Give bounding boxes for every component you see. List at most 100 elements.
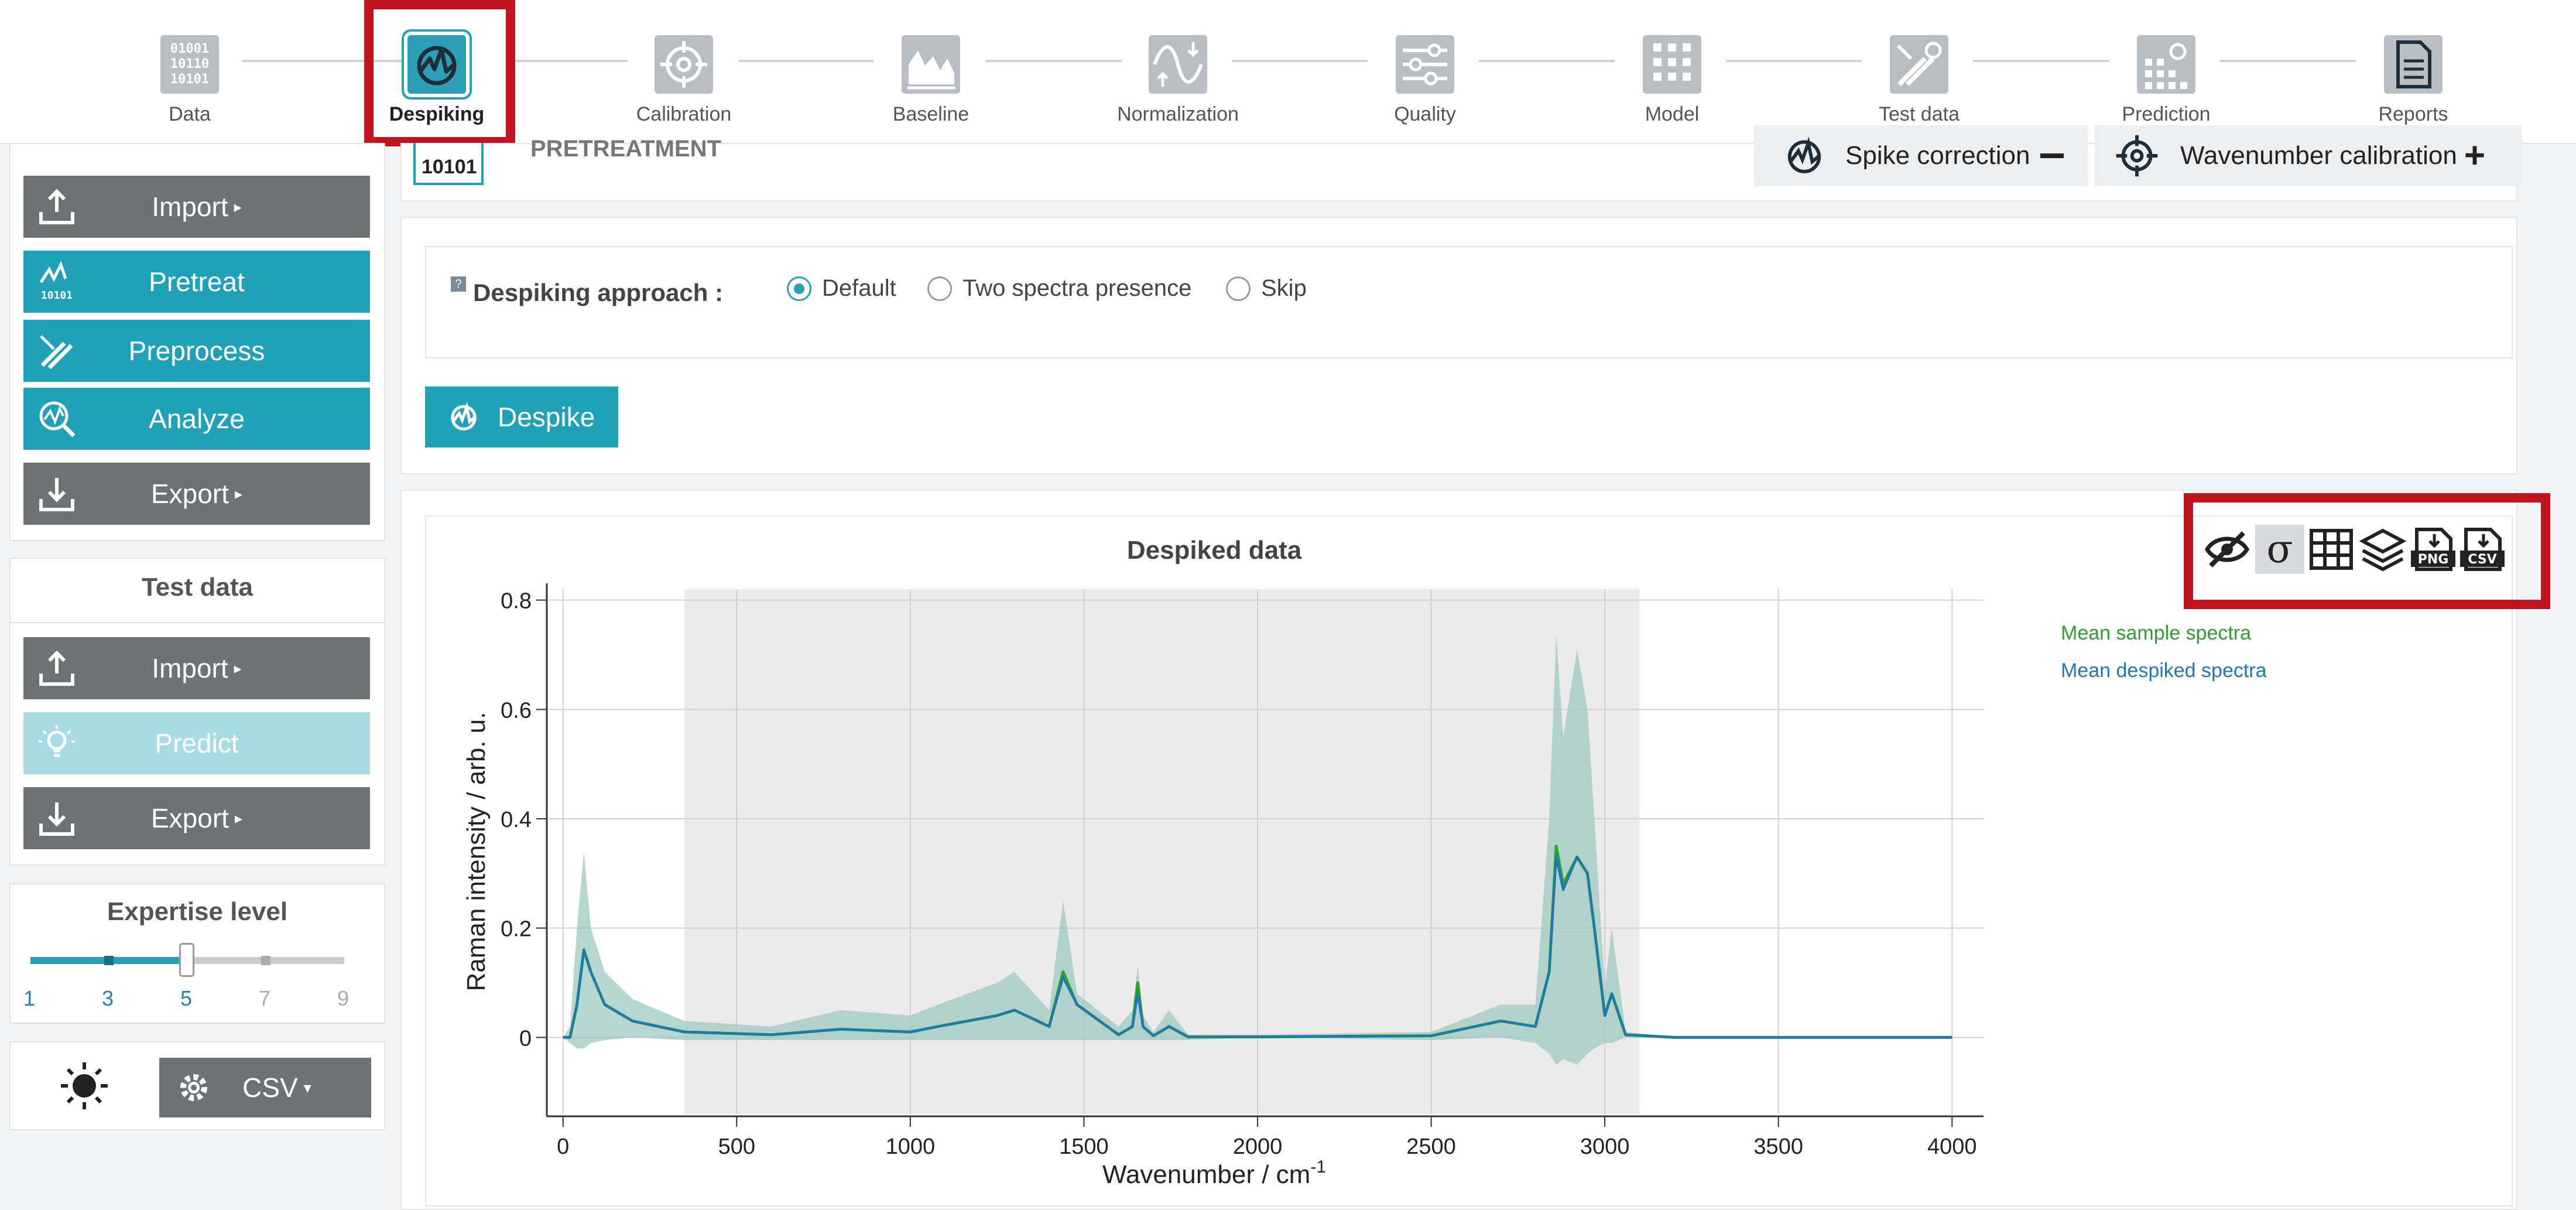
step-data[interactable]: 01001 10110 10101 Data	[119, 29, 260, 141]
tools-icon	[36, 330, 77, 371]
y-tick-label: 0.6	[501, 698, 532, 723]
format-settings-button[interactable]: CSV ▾	[159, 1058, 371, 1117]
connector	[1726, 60, 1862, 62]
x-axis-label-text: Wavenumber / cm	[1102, 1160, 1310, 1189]
import-button[interactable]: Import ▸	[23, 176, 370, 238]
step-prediction[interactable]: Prediction	[2096, 29, 2236, 141]
connector	[986, 60, 1122, 62]
step-label: Normalization	[1117, 103, 1239, 125]
connector	[1479, 60, 1615, 62]
test-import-label: Import	[152, 653, 228, 683]
radio-skip[interactable]	[1226, 276, 1251, 301]
despiking-icon	[1787, 136, 1821, 173]
caret-right-icon: ▸	[234, 484, 242, 503]
connector	[2220, 60, 2356, 62]
upload-icon	[36, 186, 77, 227]
y-tick-label: 0	[519, 1026, 532, 1051]
slider-handle[interactable]	[179, 943, 194, 977]
import-label: Import	[152, 192, 228, 222]
spike-correction-label: Spike correction	[1845, 141, 2030, 170]
panel-divider	[11, 622, 384, 623]
model-grid-icon	[1643, 35, 1701, 94]
highlight-box-despiking-step	[364, 0, 515, 146]
download-icon	[36, 798, 77, 839]
radio-two-spectra[interactable]	[927, 276, 952, 301]
export-label: Export	[150, 478, 229, 509]
despiked-chart[interactable]: Despiked data 0 500 1000 1500 2000 2500 3000 35…	[426, 517, 2510, 1202]
svg-text:01001: 01001	[170, 42, 209, 56]
caret-right-icon: ▸	[234, 197, 242, 216]
option-skip-label: Skip	[1261, 275, 1307, 301]
connector	[1232, 60, 1368, 62]
test-export-button[interactable]: Export ▸	[23, 787, 370, 849]
option-skip[interactable]: Skip	[1226, 275, 1307, 302]
radio-default[interactable]	[787, 276, 811, 301]
step-label: Model	[1645, 103, 1700, 125]
pretreatment-icon: 10101	[413, 143, 484, 185]
analyze-button[interactable]: Analyze	[23, 388, 370, 450]
slider-tick-label: 5	[180, 986, 193, 1010]
step-baseline[interactable]: Baseline	[861, 29, 1001, 141]
baseline-chart-icon	[902, 35, 960, 94]
x-tick-label: 4000	[1927, 1134, 1977, 1159]
spike-correction-tab[interactable]: Spike correction	[1754, 125, 2088, 186]
predict-label: Predict	[155, 728, 239, 758]
preprocess-button[interactable]: Preprocess	[23, 320, 370, 382]
step-normalization[interactable]: Normalization	[1108, 29, 1248, 141]
step-reports[interactable]: Reports	[2343, 29, 2483, 141]
slider-tick-label: 7	[259, 986, 271, 1010]
option-two-spectra[interactable]: Two spectra presence	[927, 275, 1191, 302]
x-axis-label: Wavenumber / cm-1	[1102, 1157, 1326, 1189]
step-label: Quality	[1394, 103, 1456, 125]
sun-icon	[61, 1062, 108, 1109]
svg-text:10110: 10110	[170, 57, 209, 71]
pretreat-icon: 10101	[36, 261, 77, 302]
despiking-approach-box	[425, 246, 2513, 358]
despike-button[interactable]: Despike	[425, 387, 618, 447]
x-tick-label: 0	[557, 1134, 569, 1159]
despiking-icon	[451, 401, 477, 431]
normalization-icon	[1149, 35, 1207, 94]
option-default[interactable]: Default	[787, 275, 896, 302]
connector	[513, 60, 628, 62]
caret-right-icon: ▸	[234, 809, 242, 827]
x-tick-label: 1500	[1059, 1134, 1109, 1159]
step-model[interactable]: Model	[1602, 29, 1742, 141]
despiking-approach-label: Despiking approach :	[473, 279, 724, 306]
connector	[1973, 60, 2109, 62]
step-label: Reports	[2378, 103, 2448, 125]
theme-toggle-button[interactable]	[56, 1058, 112, 1114]
prediction-icon	[2137, 35, 2195, 94]
predict-button[interactable]: Predict	[23, 712, 370, 774]
test-data-title: Test data	[142, 573, 253, 601]
pretreat-button[interactable]: 10101 Pretreat	[23, 251, 370, 313]
caret-right-icon: ▸	[234, 659, 242, 677]
x-tick-label: 1000	[886, 1134, 936, 1159]
expertise-slider[interactable]	[30, 943, 344, 977]
step-label: Prediction	[2122, 103, 2211, 125]
step-quality[interactable]: Quality	[1355, 29, 1495, 141]
caret-down-icon: ▾	[303, 1078, 311, 1096]
x-tick-label: 2000	[1233, 1134, 1283, 1159]
slider-tick	[261, 956, 270, 965]
wavenumber-calibration-tab[interactable]: Wavenumber calibration +	[2095, 125, 2522, 186]
y-tick-label: 0.8	[501, 589, 532, 614]
expertise-title: Expertise level	[107, 897, 288, 926]
analyze-magnifier-icon	[36, 398, 77, 439]
test-import-button[interactable]: Import ▸	[23, 637, 370, 699]
help-icon[interactable]: ?	[451, 276, 466, 292]
x-tick-label: 500	[718, 1134, 755, 1159]
step-calibration[interactable]: Calibration	[614, 29, 754, 141]
step-test-data[interactable]: Test data	[1849, 29, 1989, 141]
preprocess-label: Preprocess	[128, 336, 265, 366]
report-document-icon	[2384, 35, 2443, 94]
y-tick-label: 0.2	[501, 917, 532, 942]
y-tick-label: 0.4	[501, 808, 532, 832]
export-button[interactable]: Export ▸	[23, 463, 370, 525]
x-tick-label: 3000	[1580, 1134, 1630, 1159]
pretreat-icon-text: 10101	[41, 289, 73, 302]
connector	[739, 60, 873, 62]
x-tick-label: 3500	[1753, 1134, 1803, 1159]
step-label: Baseline	[892, 103, 970, 125]
pretreat-label: Pretreat	[149, 266, 245, 297]
